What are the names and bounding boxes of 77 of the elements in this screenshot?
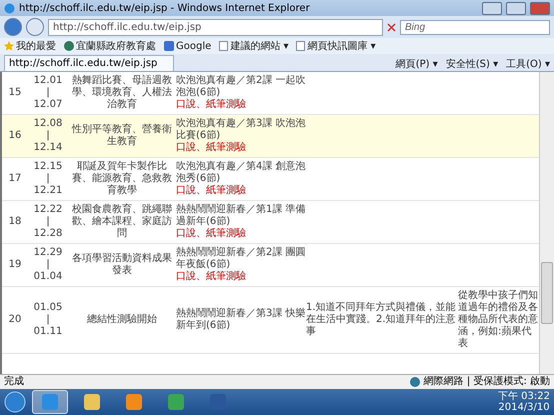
page-icon	[219, 41, 228, 51]
start-button[interactable]	[4, 391, 26, 413]
date-text: 12.15	[34, 161, 62, 173]
assessment-text: 口說、紙筆測驗	[176, 99, 247, 111]
minimize-button[interactable]	[482, 2, 502, 14]
topic-text: 總結性測驗開始	[87, 314, 157, 326]
week-number: 20	[8, 314, 22, 326]
app-icon	[168, 394, 184, 410]
week-number: 16	[8, 130, 22, 142]
date-text: |	[46, 314, 50, 326]
date-text: |	[46, 87, 50, 99]
browser-tab[interactable]: http://schoff.ilc.edu.tw/eip.jsp	[4, 55, 174, 71]
zone-text: 網際網路 | 受保護模式: 啟動	[424, 376, 550, 388]
search-field[interactable]: Bing	[400, 20, 550, 34]
date-text: |	[46, 216, 50, 228]
command-menu[interactable]: 工具(O) ▾	[506, 57, 550, 71]
app-icon	[210, 394, 226, 410]
star-icon	[4, 41, 14, 51]
lesson-text: 吹泡泡真有趣／第2課 一起吹泡泡(6節)	[176, 75, 306, 98]
lesson-text: 熱熱鬧鬧迎新春／第3課 快樂新年到(6節)	[176, 308, 306, 332]
week-number: 15	[8, 87, 22, 99]
date-text: |	[46, 259, 50, 271]
date-text: 12.28	[34, 228, 62, 240]
close-button[interactable]	[530, 2, 550, 14]
command-menu[interactable]: 網頁(P) ▾	[396, 57, 438, 71]
week-number: 18	[8, 216, 22, 228]
scrollbar-thumb[interactable]	[541, 262, 553, 324]
taskbar-app[interactable]	[32, 390, 68, 414]
date-text: |	[46, 173, 50, 185]
assessment-text: 口說、紙筆測驗	[176, 142, 247, 154]
date-text: 12.08	[34, 118, 62, 130]
command-menu[interactable]: 安全性(S) ▾	[446, 57, 498, 71]
date-text: 12.14	[34, 142, 62, 154]
close-icon[interactable]	[387, 22, 396, 32]
date-text: 12.07	[34, 99, 62, 111]
date-text: 01.05	[34, 302, 62, 314]
favorites-item[interactable]: 我的最愛	[4, 39, 56, 53]
browser-icon	[4, 2, 15, 14]
date-text: 12.22	[34, 204, 62, 216]
window-title: http://schoff.ilc.edu.tw/eip.jsp - Windows Internet Explorer	[19, 2, 311, 14]
topic-text: 性別平等教育、營養衛生教育	[70, 124, 173, 148]
topic-text: 耶誕及賀年卡製作比賽、能源教育、急救教育教學	[71, 161, 173, 197]
objective-text: 1.知道不同拜年方式與禮儀，並能在生活中實踐。2.知道拜年的注意事	[306, 302, 457, 338]
favorites-item[interactable]: 網頁快訊圖庫 ▾	[296, 39, 376, 53]
week-number: 19	[8, 259, 22, 271]
app-icon	[84, 394, 100, 410]
date-text: 12.29	[34, 247, 62, 259]
date-text: 12.21	[34, 185, 62, 197]
lesson-text: 吹泡泡真有趣／第3課 吹泡泡比賽(6節)	[176, 118, 306, 142]
clock[interactable]: 下午 03:22 2014/3/10	[498, 391, 550, 413]
assessment-text: 口說、紙筆測驗	[176, 228, 247, 240]
app-icon	[42, 394, 58, 410]
favorites-item[interactable]: 建議的網站 ▾	[219, 39, 288, 53]
lesson-text: 吹泡泡真有趣／第4課 創意泡泡秀(6節)	[176, 161, 306, 184]
note-text: 從教學中孩子們知道過年的禮俗及各種物品所代表的意涵，例如:蘋果代表	[458, 290, 539, 350]
maximize-button[interactable]	[506, 2, 526, 14]
assessment-text: 口說、紙筆測驗	[176, 185, 247, 197]
topic-text: 熱舞蹈比賽、母語週教學、環境教育、人權法治教育	[71, 75, 173, 111]
date-text: |	[46, 130, 50, 142]
address-field[interactable]: http://schoff.ilc.edu.tw/eip.jsp	[48, 18, 383, 36]
favorites-item[interactable]: Google	[164, 40, 212, 52]
date-text: 01.04	[34, 271, 62, 283]
lesson-text: 熱熱鬧鬧迎新春／第1課 準備過新年(6節)	[176, 204, 306, 228]
back-button[interactable]	[4, 18, 22, 36]
forward-button[interactable]	[26, 18, 44, 36]
topic-text: 校園食農教育、跳繩聯歡、繪本課程、家庭訪問	[71, 204, 173, 240]
status-text: 完成	[4, 376, 25, 388]
app-icon	[126, 394, 142, 410]
topic-text: 各項學習活動資料成果發表	[71, 253, 173, 277]
date-text: 01.11	[34, 326, 62, 338]
lesson-text: 熱熱鬧鬧迎新春／第2課 團圓年夜飯(6節)	[176, 247, 306, 270]
week-number: 17	[8, 173, 22, 185]
page-icon	[296, 41, 306, 51]
favorites-item[interactable]: 宜蘭縣政府教育處	[64, 39, 156, 53]
scrollbar[interactable]	[539, 72, 554, 374]
assessment-text: 口說、紙筆測驗	[176, 271, 247, 283]
date-text: 12.01	[34, 75, 62, 87]
